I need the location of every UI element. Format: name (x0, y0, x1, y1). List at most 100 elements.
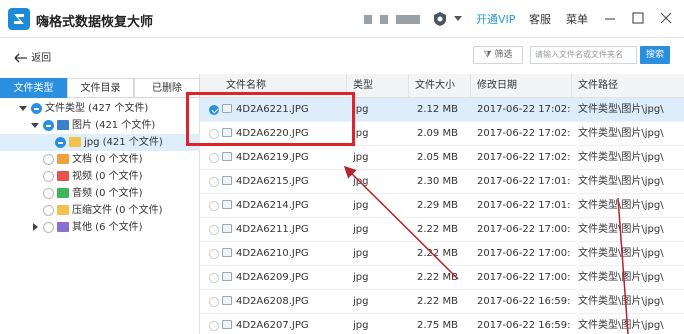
checkbox-partial-icon[interactable] (55, 137, 66, 148)
column-header-size[interactable]: 文件大小 (409, 74, 471, 98)
file-type-cell: jpg (353, 224, 369, 235)
search-button[interactable]: 搜索 (640, 46, 670, 64)
tree-item-documents[interactable]: 文档 (0 个文件) (0, 151, 200, 168)
tree-item-other[interactable]: 其他 (6 个文件) (0, 219, 200, 236)
row-checkbox[interactable] (209, 225, 219, 235)
close-icon[interactable] (658, 10, 674, 26)
row-checkbox[interactable] (209, 297, 219, 307)
tree-item-label: 其他 (6 个文件) (72, 222, 143, 233)
collapse-arrow-icon[interactable] (33, 223, 38, 231)
image-file-icon (222, 272, 232, 281)
filter-label: 筛选 (494, 50, 513, 60)
minimize-icon[interactable] (602, 10, 618, 26)
image-file-icon (222, 152, 232, 161)
folder-red-icon (57, 171, 69, 181)
back-button[interactable]: 返回 (14, 49, 51, 64)
folder-green-icon (57, 188, 69, 198)
file-date-cell: 2017-06-22 17:01:28 (477, 200, 571, 211)
tab-file-directory[interactable]: 文件目录 (67, 78, 134, 98)
checkbox-empty-icon[interactable] (43, 222, 54, 233)
toolbar: 返回 ⧩ 筛选 请输入文件名或文件夹名 搜索 (0, 38, 684, 74)
tree-item-audio[interactable]: 音频 (0 个文件) (0, 185, 200, 202)
file-type-cell: jpg (353, 272, 369, 283)
file-type-cell: jpg (353, 248, 369, 259)
row-checkbox[interactable] (209, 201, 219, 211)
arrow-left-icon (14, 53, 27, 63)
file-path-cell: 文件类型\图片\jpg\ (578, 200, 664, 211)
file-size-cell: 2.05 MB (417, 152, 458, 163)
file-size-cell: 2.22 MB (417, 248, 458, 259)
user-shield-icon[interactable] (432, 11, 448, 27)
maximize-icon[interactable] (630, 10, 646, 26)
column-header-path[interactable]: 文件路径 (572, 74, 684, 98)
checkbox-empty-icon[interactable] (43, 171, 54, 182)
file-size-cell: 2.22 MB (417, 224, 458, 235)
tree-item-label: jpg (421 个文件) (84, 137, 163, 148)
row-checkbox[interactable] (209, 321, 219, 331)
file-name-cell: 4D2A6214.JPG (236, 200, 309, 211)
expand-arrow-icon[interactable] (19, 106, 27, 111)
table-row[interactable]: 4D2A6207.JPG jpg 2.75 MB 2017-06-22 16:59:4… (200, 314, 684, 334)
back-label: 返回 (31, 53, 52, 64)
image-file-icon (222, 248, 232, 257)
file-date-cell: 2017-06-22 17:01:36 (477, 176, 571, 187)
column-header-date[interactable]: 修改日期 (471, 74, 572, 98)
file-date-cell: 2017-06-22 16:59:41 (477, 320, 571, 331)
file-size-cell: 2.09 MB (417, 128, 458, 139)
table-row[interactable]: 4D2A6209.JPG jpg 2.22 MB 2017-06-22 17:00:0… (200, 266, 684, 290)
checkbox-partial-icon[interactable] (31, 103, 42, 114)
file-size-cell: 2.12 MB (417, 104, 458, 115)
expand-arrow-icon[interactable] (31, 123, 39, 128)
app-title: 嗨格式数据恢复大师 (36, 15, 154, 30)
checkbox-empty-icon[interactable] (43, 205, 54, 216)
tree-item-images[interactable]: 图片 (421 个文件) (0, 117, 200, 134)
file-type-cell: jpg (353, 320, 369, 331)
row-checkbox[interactable] (209, 249, 219, 259)
redacted-block (380, 15, 388, 24)
row-checkbox[interactable] (209, 177, 219, 187)
tree-item-jpg[interactable]: jpg (421 个文件) (0, 134, 200, 151)
checkbox-empty-icon[interactable] (43, 188, 54, 199)
search-input[interactable]: 请输入文件名或文件夹名 (530, 46, 637, 64)
file-type-cell: jpg (353, 200, 369, 211)
folder-purple-icon (57, 222, 69, 232)
row-checkbox[interactable] (209, 273, 219, 283)
tree-item-label: 图片 (421 个文件) (72, 120, 156, 131)
file-name-cell: 4D2A6210.JPG (236, 248, 309, 259)
tree-item-label: 视频 (0 个文件) (72, 171, 143, 182)
file-path-cell: 文件类型\图片\jpg\ (578, 104, 664, 115)
image-file-icon (222, 296, 232, 305)
checkbox-empty-icon[interactable] (43, 154, 54, 165)
row-checkbox[interactable] (209, 153, 219, 163)
table-row[interactable]: 4D2A6208.JPG jpg 2.22 MB 2017-06-22 16:59:4… (200, 290, 684, 314)
checkbox-partial-icon[interactable] (43, 120, 54, 131)
file-date-cell: 2017-06-22 17:00:08 (477, 272, 571, 283)
tab-file-type[interactable]: 文件类型 (0, 78, 67, 98)
file-size-cell: 2.75 MB (417, 320, 458, 331)
file-date-cell: 2017-06-22 17:02:10 (477, 152, 571, 163)
folder-yellow-icon (57, 205, 69, 215)
menu-link[interactable]: 菜单 (566, 11, 588, 27)
vip-link[interactable]: 开通VIP (476, 11, 515, 27)
image-file-icon (222, 176, 232, 185)
column-header-type[interactable]: 类型 (347, 74, 409, 98)
tree-item-videos[interactable]: 视频 (0 个文件) (0, 168, 200, 185)
filter-button[interactable]: ⧩ 筛选 (473, 46, 523, 64)
tree-item-file-types[interactable]: 文件类型 (427 个文件) (0, 100, 200, 117)
file-path-cell: 文件类型\图片\jpg\ (578, 128, 664, 139)
file-path-cell: 文件类型\图片\jpg\ (578, 248, 664, 259)
filter-icon: ⧩ (483, 50, 492, 60)
tree-item-archives[interactable]: 压缩文件 (0 个文件) (0, 202, 200, 219)
file-name-cell: 4D2A6208.JPG (236, 296, 309, 307)
file-path-cell: 文件类型\图片\jpg\ (578, 320, 664, 331)
service-link[interactable]: 客服 (529, 11, 551, 27)
file-path-cell: 文件类型\图片\jpg\ (578, 272, 664, 283)
table-row[interactable]: 4D2A6219.JPG jpg 2.05 MB 2017-06-22 17:02:1… (200, 146, 684, 170)
table-row[interactable]: 4D2A6211.JPG jpg 2.22 MB 2017-06-22 17:00:2… (200, 218, 684, 242)
table-row[interactable]: 4D2A6215.JPG jpg 2.30 MB 2017-06-22 17:01:3… (200, 170, 684, 194)
file-size-cell: 2.22 MB (417, 296, 458, 307)
table-row[interactable]: 4D2A6214.JPG jpg 2.29 MB 2017-06-22 17:01:2… (200, 194, 684, 218)
dropdown-icon[interactable] (454, 16, 462, 21)
table-row[interactable]: 4D2A6210.JPG jpg 2.22 MB 2017-06-22 17:00:1… (200, 242, 684, 266)
redacted-block (364, 15, 372, 24)
